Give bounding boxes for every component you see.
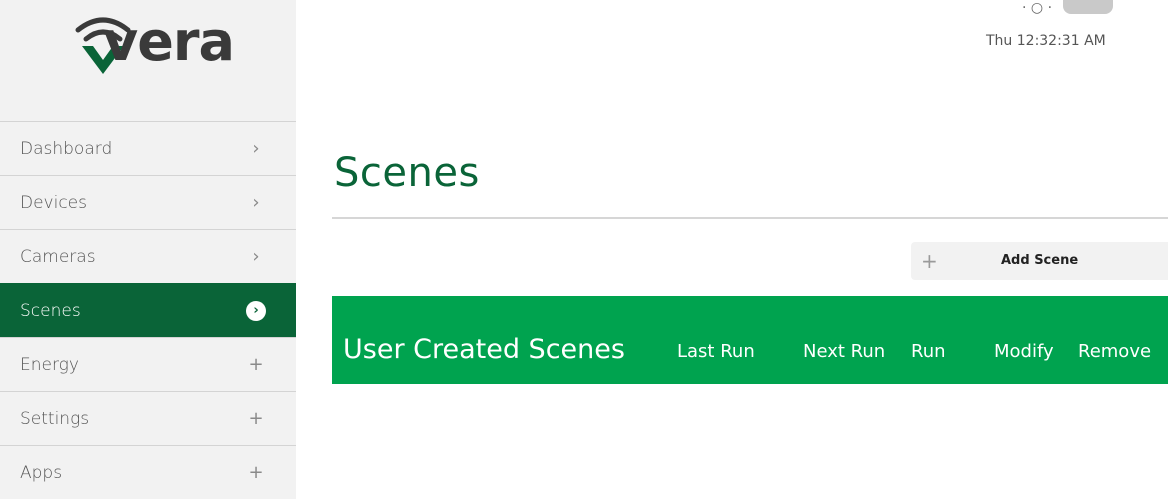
sidebar-item-label: Scenes	[20, 301, 81, 321]
sidebar-item-label: Settings	[20, 409, 90, 429]
plus-icon: +	[921, 249, 938, 273]
plus-icon: +	[248, 408, 264, 429]
sidebar-item-devices[interactable]: Devices ›	[0, 175, 296, 229]
sidebar-item-apps[interactable]: Apps +	[0, 445, 296, 499]
sidebar-item-settings[interactable]: Settings +	[0, 391, 296, 445]
page-title: Scenes	[334, 150, 480, 196]
sidebar-nav: Dashboard › Devices › Cameras › Scenes ›…	[0, 121, 296, 499]
chevron-circle-right-icon: ›	[246, 301, 266, 321]
table-title: User Created Scenes	[343, 334, 625, 365]
column-header-remove: Remove	[1078, 341, 1152, 362]
vera-logo[interactable]: vera ™	[0, 0, 296, 121]
sidebar: vera ™ Dashboard › Devices › Cameras › S…	[0, 0, 296, 499]
sidebar-item-scenes[interactable]: Scenes ›	[0, 283, 296, 337]
title-divider	[332, 217, 1168, 219]
sidebar-item-label: Cameras	[20, 247, 96, 267]
chevron-right-icon: ›	[252, 138, 260, 159]
add-scene-label: Add Scene	[1001, 253, 1079, 268]
add-scene-button[interactable]: + Add Scene	[911, 242, 1168, 280]
sidebar-item-label: Apps	[20, 463, 63, 483]
column-header-modify: Modify	[994, 341, 1054, 362]
logo-wordmark: vera	[103, 10, 235, 73]
scenes-table-header: User Created Scenes Last Run Next Run Ru…	[332, 296, 1168, 384]
plus-icon: +	[248, 462, 264, 483]
column-header-next-run: Next Run	[803, 341, 886, 362]
plus-icon: +	[248, 354, 264, 375]
column-header-run: Run	[911, 341, 946, 362]
column-header-last-run: Last Run	[677, 341, 755, 362]
sidebar-item-energy[interactable]: Energy +	[0, 337, 296, 391]
chevron-right-icon: ›	[252, 246, 260, 267]
sidebar-item-label: Dashboard	[20, 139, 113, 159]
sidebar-item-label: Energy	[20, 355, 79, 375]
sidebar-item-cameras[interactable]: Cameras ›	[0, 229, 296, 283]
sidebar-item-dashboard[interactable]: Dashboard ›	[0, 121, 296, 175]
chevron-right-icon: ›	[252, 192, 260, 213]
top-pill-button[interactable]	[1063, 0, 1113, 14]
trademark-symbol: ™	[220, 30, 228, 39]
top-status-icons[interactable]: · ○ ·	[1022, 0, 1052, 16]
app-root: vera ™ Dashboard › Devices › Cameras › S…	[0, 0, 1168, 499]
sidebar-item-label: Devices	[20, 193, 87, 213]
clock: Thu 12:32:31 AM	[986, 33, 1106, 49]
